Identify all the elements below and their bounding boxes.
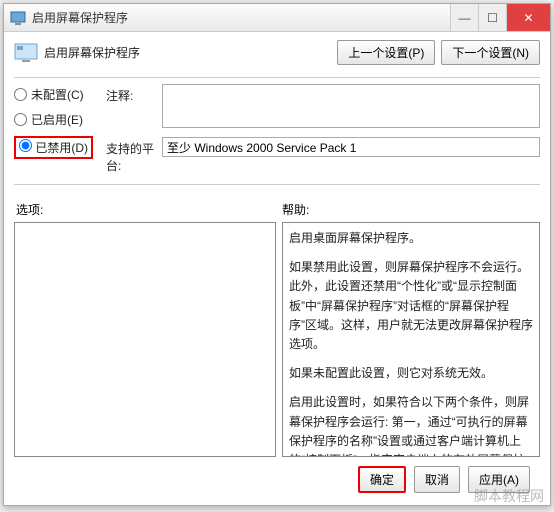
help-label: 帮助: xyxy=(282,201,540,218)
config-row: 未配置(C) 已启用(E) 已禁用(D) 注释: xyxy=(14,84,540,180)
page-title: 启用屏幕保护程序 xyxy=(44,44,337,61)
platform-label: 支持的平台: xyxy=(106,137,162,174)
radio-group: 未配置(C) 已启用(E) 已禁用(D) xyxy=(14,84,106,180)
platform-field xyxy=(162,137,540,157)
help-text: 启用桌面屏幕保护程序。 xyxy=(289,229,533,248)
divider xyxy=(14,184,540,185)
radio-label: 未配置(C) xyxy=(31,86,84,103)
comment-label: 注释: xyxy=(106,84,162,131)
window-controls: — ☐ ✕ xyxy=(450,4,550,31)
maximize-button[interactable]: ☐ xyxy=(478,4,506,31)
content-area: 启用屏幕保护程序 上一个设置(P) 下一个设置(N) 未配置(C) 已启用(E) xyxy=(4,32,550,505)
radio-disabled-input[interactable] xyxy=(19,139,32,152)
options-pane xyxy=(14,222,276,457)
help-text: 启用此设置时，如果符合以下两个条件，则屏幕保护程序会运行: 第一，通过“可执行的… xyxy=(289,393,533,457)
divider xyxy=(14,77,540,78)
previous-setting-button[interactable]: 上一个设置(P) xyxy=(337,40,435,65)
help-text: 如果未配置此设置，则它对系统无效。 xyxy=(289,364,533,383)
header-row: 启用屏幕保护程序 上一个设置(P) 下一个设置(N) xyxy=(14,40,540,65)
help-pane: 启用桌面屏幕保护程序。 如果禁用此设置，则屏幕保护程序不会运行。此外，此设置还禁… xyxy=(282,222,540,457)
radio-enabled[interactable]: 已启用(E) xyxy=(14,111,106,128)
cancel-button[interactable]: 取消 xyxy=(414,466,460,493)
radio-label: 已启用(E) xyxy=(31,111,83,128)
fields-column: 注释: 支持的平台: xyxy=(106,84,540,180)
comment-row: 注释: xyxy=(106,84,540,131)
radio-enabled-input[interactable] xyxy=(14,113,27,126)
apply-button[interactable]: 应用(A) xyxy=(468,466,530,493)
radio-label: 已禁用(D) xyxy=(35,141,88,155)
footer: 确定 取消 应用(A) xyxy=(14,457,540,501)
titlebar: 启用屏幕保护程序 — ☐ ✕ xyxy=(4,4,550,32)
ok-button[interactable]: 确定 xyxy=(358,466,406,493)
radio-not-configured[interactable]: 未配置(C) xyxy=(14,86,106,103)
minimize-button[interactable]: — xyxy=(450,4,478,31)
window-title: 启用屏幕保护程序 xyxy=(32,9,450,26)
dialog-window: 启用屏幕保护程序 — ☐ ✕ 启用屏幕保护程序 上一个设置(P) 下一个设置(N… xyxy=(3,3,551,506)
close-button[interactable]: ✕ xyxy=(506,4,550,31)
platform-row: 支持的平台: xyxy=(106,137,540,174)
comment-textarea[interactable] xyxy=(162,84,540,128)
panes: 启用桌面屏幕保护程序。 如果禁用此设置，则屏幕保护程序不会运行。此外，此设置还禁… xyxy=(14,222,540,457)
options-label: 选项: xyxy=(14,201,282,218)
app-icon xyxy=(10,10,26,26)
policy-icon xyxy=(14,43,38,63)
nav-buttons: 上一个设置(P) 下一个设置(N) xyxy=(337,40,540,65)
radio-disabled[interactable]: 已禁用(D) xyxy=(14,136,106,159)
radio-not-configured-input[interactable] xyxy=(14,88,27,101)
next-setting-button[interactable]: 下一个设置(N) xyxy=(441,40,540,65)
section-labels: 选项: 帮助: xyxy=(14,201,540,218)
help-text: 如果禁用此设置，则屏幕保护程序不会运行。此外，此设置还禁用“个性化”或“显示控制… xyxy=(289,258,533,354)
